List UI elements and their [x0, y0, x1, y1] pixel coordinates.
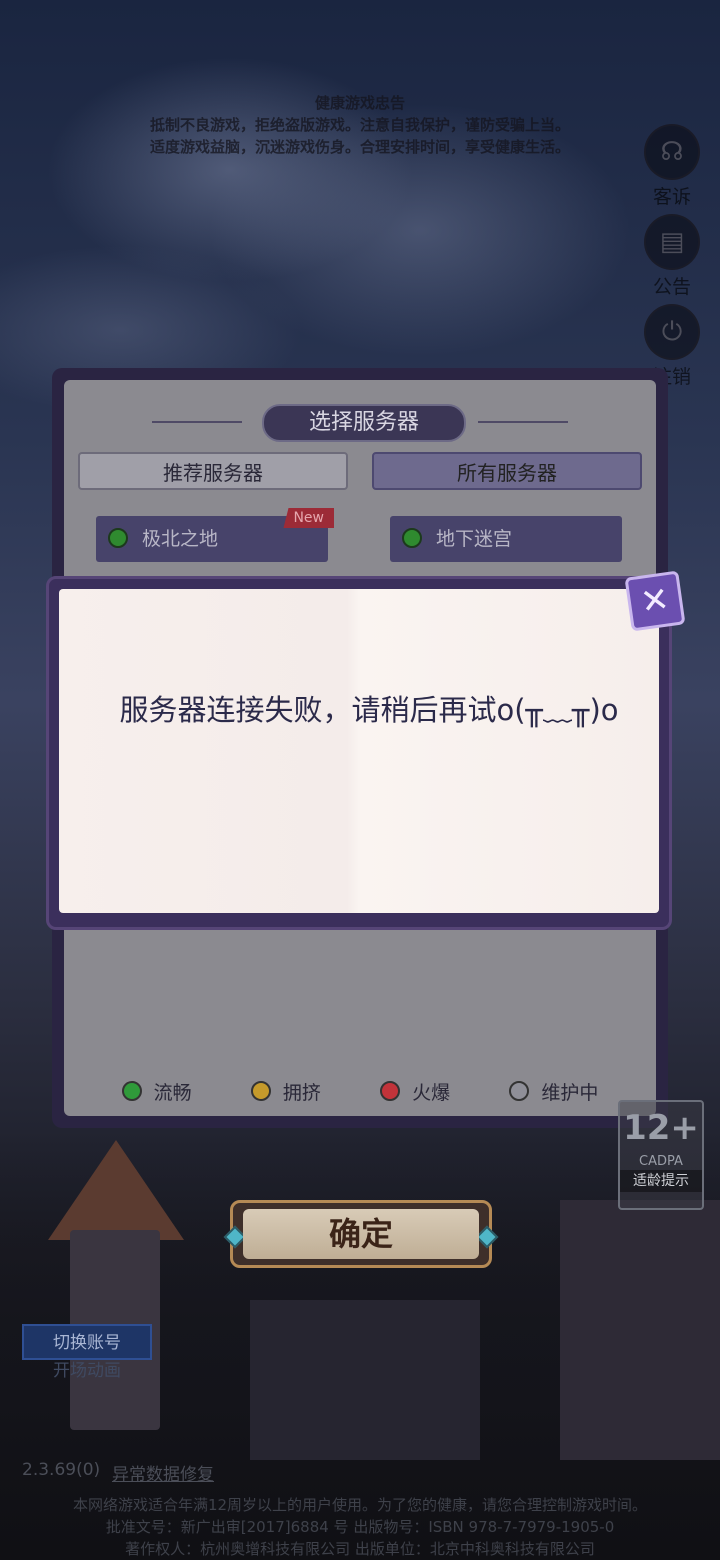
health-warning-title: 健康游戏忠告 — [314, 94, 405, 112]
health-warning-line: 抵制不良游戏，拒绝盗版游戏。注意自我保护，谨防受骗上当。 — [149, 116, 570, 134]
version-label: 2.3.69(0) — [22, 1460, 101, 1480]
error-dialog: 服务器连接失败，请稍后再试o(╥﹏╥)o — [46, 576, 672, 930]
complaint-label: 客诉 — [652, 186, 691, 208]
health-warning: 健康游戏忠告 抵制不良游戏，拒绝盗版游戏。注意自我保护，谨防受骗上当。 适度游戏… — [90, 92, 630, 158]
legend-item: 拥挤 — [250, 1078, 321, 1105]
power-icon: ⏻ — [644, 304, 700, 360]
legend-item: 火爆 — [380, 1078, 450, 1105]
castle-wall — [250, 1300, 480, 1460]
footer-line: 本网络游戏适合年满12周岁以上的用户使用。为了您的健康，请您合理控制游戏时间。 — [72, 1496, 648, 1514]
opening-animation-button[interactable]: 开场动画 — [22, 1356, 152, 1386]
footer-legal: 本网络游戏适合年满12周岁以上的用户使用。为了您的健康，请您合理控制游戏时间。 … — [0, 1494, 720, 1560]
legend-label: 火爆 — [412, 1081, 451, 1104]
footer-line: 批准文号：新广出审[2017]6884 号 出版物号：ISBN 978-7-79… — [105, 1518, 615, 1536]
tab-recommended-servers[interactable]: 推荐服务器 — [78, 452, 348, 490]
castle-tower — [560, 1200, 720, 1460]
age-rating-tip: 适龄提示 — [620, 1170, 702, 1192]
server-panel-title: 选择服务器 — [262, 404, 466, 442]
red-dot-icon — [380, 1081, 401, 1101]
castle-roof — [48, 1140, 184, 1240]
server-name: 极北之地 — [142, 528, 219, 550]
legend-item: 维护中 — [509, 1078, 598, 1105]
legend-label: 拥挤 — [282, 1081, 321, 1104]
age-rating-number: 12+ — [623, 1108, 699, 1148]
yellow-dot-icon — [250, 1081, 271, 1101]
repair-data-link[interactable]: 异常数据修复 — [112, 1460, 214, 1485]
close-icon[interactable]: ✕ — [624, 570, 686, 632]
tab-all-servers[interactable]: 所有服务器 — [372, 452, 642, 490]
server-name: 地下迷宫 — [436, 528, 513, 550]
new-badge: New — [283, 508, 334, 528]
footer-line: 著作权人：杭州奥增科技有限公司 出版单位：北京中科奥科技有限公司 — [125, 1540, 595, 1558]
headset-icon: ☊ — [644, 124, 700, 180]
server-item-jibei[interactable]: 极北之地 New — [96, 508, 334, 562]
title-divider — [152, 421, 242, 423]
complaint-button[interactable]: ☊ 客诉 — [642, 124, 702, 209]
dialog-message: 服务器连接失败，请稍后再试o(╥﹏╥)o — [119, 693, 619, 727]
dialog-paper: 服务器连接失败，请稍后再试o(╥﹏╥)o — [59, 589, 659, 913]
legend-item: 流畅 — [121, 1078, 192, 1105]
green-dot-icon — [121, 1081, 142, 1101]
age-rating-org: CADPA — [639, 1154, 683, 1169]
age-rating-badge[interactable]: 12+ CADPA 适龄提示 — [618, 1100, 704, 1210]
gray-dot-icon — [509, 1081, 530, 1101]
legend-label: 维护中 — [541, 1081, 599, 1104]
document-icon: ▤ — [644, 214, 700, 270]
switch-account-button[interactable]: 切换账号 — [22, 1324, 152, 1360]
status-dot-icon — [402, 528, 422, 548]
server-status-legend: 流畅 拥挤 火爆 维护中 — [52, 1076, 668, 1106]
legend-label: 流畅 — [153, 1081, 192, 1104]
health-warning-line: 适度游戏益脑，沉迷游戏伤身。合理安排时间，享受健康生活。 — [149, 138, 570, 156]
notice-button[interactable]: ▤ 公告 — [642, 214, 702, 299]
confirm-button[interactable]: 确定 — [223, 1200, 499, 1268]
title-divider — [478, 421, 568, 423]
server-item-dixia[interactable]: 地下迷宫 — [390, 516, 622, 562]
status-dot-icon — [108, 528, 128, 548]
notice-label: 公告 — [652, 276, 691, 298]
confirm-label: 确定 — [243, 1209, 479, 1259]
